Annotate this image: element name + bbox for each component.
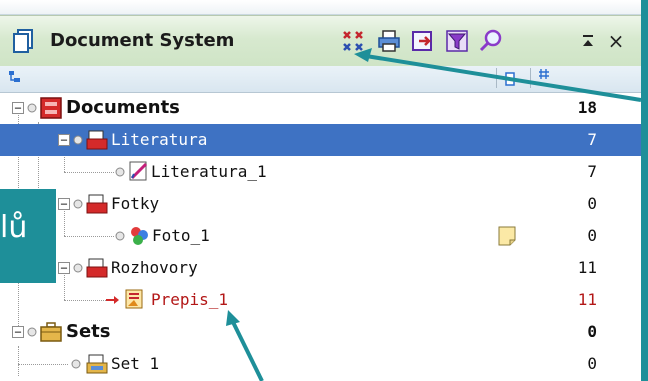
tree-count: 0 bbox=[587, 194, 597, 213]
close-button[interactable]: × bbox=[604, 28, 628, 54]
node-dot-icon bbox=[115, 231, 125, 241]
tree-row-fotky[interactable]: − Fotky 0 bbox=[0, 188, 641, 220]
node-dot-icon bbox=[115, 167, 125, 177]
search-button[interactable] bbox=[478, 28, 504, 54]
tree-count: 11 bbox=[577, 258, 597, 277]
minimize-icon bbox=[583, 35, 593, 46]
collapse-toggle[interactable]: − bbox=[12, 326, 24, 338]
tree-label: Documents bbox=[66, 97, 180, 118]
photo-icon bbox=[131, 227, 148, 245]
search-icon bbox=[479, 29, 502, 52]
tree-line bbox=[18, 364, 68, 365]
top-strip bbox=[0, 0, 641, 15]
tree-label: Prepis_1 bbox=[151, 290, 229, 309]
export-icon bbox=[412, 31, 432, 51]
tree-row-rozhovory[interactable]: − Rozhovory 11 bbox=[0, 252, 641, 284]
right-band bbox=[641, 0, 648, 381]
node-dot-icon bbox=[73, 263, 83, 273]
tree-count: 7 bbox=[587, 130, 597, 149]
tree-label: Literatura_1 bbox=[151, 162, 267, 181]
document-edit-icon bbox=[129, 161, 148, 181]
count-column-icon bbox=[539, 69, 549, 79]
callout-text: lů bbox=[0, 210, 28, 245]
note-icon[interactable] bbox=[498, 226, 516, 246]
arrow-right-icon bbox=[106, 296, 119, 304]
note-column-icon bbox=[505, 72, 515, 86]
node-dot-icon bbox=[71, 359, 81, 369]
tree-label: Fotky bbox=[111, 194, 160, 213]
collapse-toggle[interactable]: − bbox=[58, 134, 70, 146]
column-separator[interactable] bbox=[496, 68, 497, 88]
title-bar: Document System × bbox=[0, 15, 641, 67]
document-system-panel: Document System × − Documents 18 − Liter… bbox=[0, 0, 642, 381]
transcript-icon bbox=[125, 289, 143, 309]
tree-line bbox=[64, 236, 114, 237]
collapse-expand-button[interactable] bbox=[340, 28, 366, 54]
window-title: Document System bbox=[50, 30, 235, 51]
tree-line bbox=[64, 300, 108, 301]
tree-count: 0 bbox=[587, 354, 597, 373]
tree-row-documents[interactable]: − Documents 18 bbox=[0, 92, 641, 124]
tree-count: 11 bbox=[577, 290, 597, 309]
tree-row-set-1[interactable]: Set 1 0 bbox=[0, 348, 641, 380]
tree-row-literatura[interactable]: − Literatura 7 bbox=[0, 124, 641, 156]
tree-count: 18 bbox=[577, 98, 597, 117]
tree-row-sets[interactable]: − Sets 0 bbox=[0, 316, 641, 348]
tree-icon bbox=[9, 71, 20, 82]
folder-tray-icon bbox=[86, 130, 108, 150]
export-button[interactable] bbox=[410, 28, 436, 54]
filter-icon bbox=[446, 30, 468, 52]
minimize-button[interactable] bbox=[576, 28, 600, 54]
collapse-toggle[interactable]: − bbox=[58, 198, 70, 210]
node-dot-icon bbox=[27, 327, 37, 337]
tree-count: 0 bbox=[587, 322, 597, 341]
tree-label: Rozhovory bbox=[111, 258, 198, 277]
collapse-toggle[interactable]: − bbox=[12, 102, 24, 114]
column-header bbox=[0, 66, 641, 93]
print-icon bbox=[378, 30, 400, 52]
node-dot-icon bbox=[73, 135, 83, 145]
tree-label: Set 1 bbox=[111, 354, 160, 373]
tree-count: 7 bbox=[587, 162, 597, 181]
tree-line bbox=[64, 172, 114, 173]
document-tree[interactable]: − Documents 18 − Literatura 7 Literatura… bbox=[0, 92, 641, 381]
collapse-expand-icon bbox=[343, 31, 363, 51]
tree-label: Foto_1 bbox=[152, 226, 210, 245]
document-system-icon bbox=[13, 29, 33, 53]
sets-briefcase-icon bbox=[40, 322, 62, 342]
tree-count: 0 bbox=[587, 226, 597, 245]
filter-button[interactable] bbox=[444, 28, 470, 54]
node-dot-icon bbox=[73, 199, 83, 209]
set-tray-icon bbox=[86, 354, 108, 374]
print-button[interactable] bbox=[376, 28, 402, 54]
folder-tray-icon bbox=[86, 194, 108, 214]
documents-cabinet-icon bbox=[40, 97, 62, 119]
tree-row-literatura-1[interactable]: Literatura_1 7 bbox=[0, 156, 641, 188]
tree-row-prepis-1[interactable]: Prepis_1 11 bbox=[0, 284, 641, 316]
collapse-toggle[interactable]: − bbox=[58, 262, 70, 274]
tree-label: Literatura bbox=[111, 130, 208, 149]
folder-tray-icon bbox=[86, 258, 108, 278]
column-separator[interactable] bbox=[530, 68, 531, 88]
node-dot-icon bbox=[27, 103, 37, 113]
tree-label: Sets bbox=[66, 321, 111, 342]
tree-row-foto-1[interactable]: Foto_1 0 bbox=[0, 220, 641, 252]
